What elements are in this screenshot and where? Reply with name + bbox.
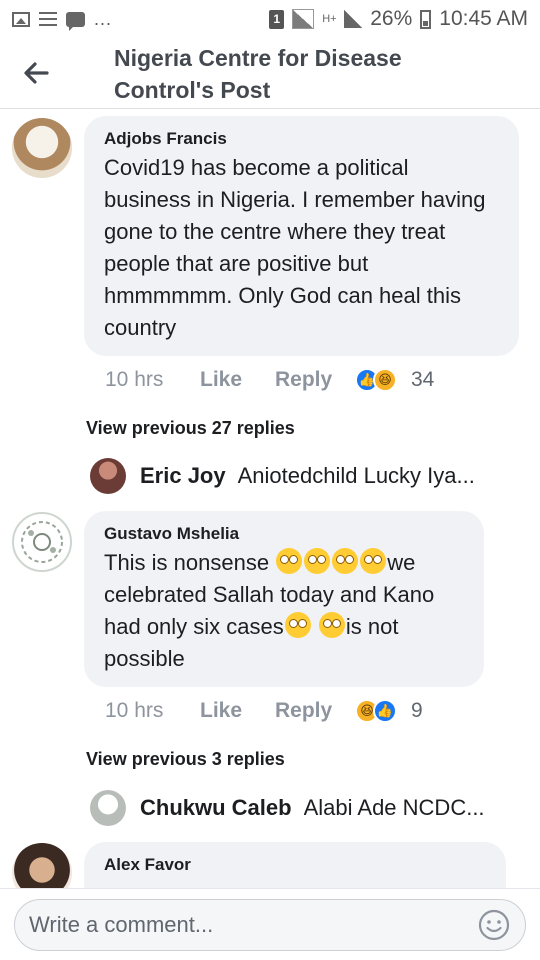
- reactions-summary[interactable]: 😆 👍: [355, 699, 411, 723]
- reply-preview[interactable]: Chukwu Caleb Alabi Ade NCDC...: [90, 790, 520, 826]
- avatar[interactable]: [90, 790, 126, 826]
- view-previous-replies[interactable]: View previous 27 replies: [86, 418, 295, 439]
- reply-button[interactable]: Reply: [275, 368, 355, 392]
- avatar[interactable]: [12, 843, 72, 888]
- comment-actions: 10 hrs Like Reply 😆 👍 9: [105, 699, 423, 723]
- cell-signal-icon: [344, 10, 363, 28]
- sim-icon: 1: [269, 9, 285, 29]
- like-button[interactable]: Like: [200, 368, 275, 392]
- reply-author[interactable]: Chukwu Caleb: [140, 795, 292, 821]
- network-type-icon: H+: [322, 13, 337, 25]
- list-notification-icon: [39, 12, 57, 26]
- reply-button[interactable]: Reply: [275, 699, 355, 723]
- emoji-picker-icon[interactable]: [477, 908, 511, 942]
- comment-bubble[interactable]: Gustavo Mshelia This is nonsense we cele…: [84, 511, 484, 687]
- comment-composer-bar: Write a comment...: [0, 888, 540, 960]
- comment-bubble[interactable]: Adjobs Francis Covid19 has become a poli…: [84, 116, 519, 356]
- comment-bubble[interactable]: Alex Favor: [84, 842, 506, 888]
- eye-roll-emoji-icon: [276, 548, 303, 574]
- image-notification-icon: [12, 11, 30, 27]
- avatar[interactable]: [12, 118, 72, 178]
- avatar[interactable]: [12, 512, 72, 572]
- back-arrow-icon: [24, 62, 49, 84]
- battery-percent: 26%: [370, 7, 413, 30]
- avatar[interactable]: [90, 458, 126, 494]
- eye-roll-emoji-icon: [332, 548, 359, 574]
- reply-author[interactable]: Eric Joy: [140, 463, 226, 489]
- eye-roll-emoji-icon: [304, 548, 331, 574]
- back-button[interactable]: [0, 38, 72, 109]
- pleading-emoji-icon: [284, 612, 311, 638]
- message-notification-icon: [66, 11, 85, 31]
- view-previous-replies[interactable]: View previous 3 replies: [86, 749, 285, 770]
- comment-author[interactable]: Adjobs Francis: [104, 126, 499, 152]
- reply-preview[interactable]: Eric Joy Aniotedchild Lucky Iya...: [90, 458, 520, 494]
- eye-roll-emoji-icon: [360, 548, 387, 574]
- comment-text-part: This is nonsense: [104, 550, 276, 575]
- reply-text: Aniotedchild Lucky Iya...: [237, 463, 475, 488]
- reply-text: Alabi Ade NCDC...: [303, 795, 485, 820]
- comment-input-placeholder: Write a comment...: [29, 912, 214, 937]
- logo-avatar-icon: [21, 521, 63, 563]
- post-header: Nigeria Centre for Disease Control's Pos…: [0, 38, 540, 109]
- like-reaction-icon: 👍: [373, 699, 397, 723]
- clock: 10:45 AM: [439, 7, 528, 30]
- reactions-summary[interactable]: 👍 😆: [355, 368, 411, 392]
- battery-icon: [420, 9, 432, 29]
- comment-input[interactable]: Write a comment...: [14, 899, 526, 951]
- like-button[interactable]: Like: [200, 699, 275, 723]
- more-notifications-icon: ...: [94, 8, 113, 29]
- comment-author[interactable]: Alex Favor: [104, 852, 486, 878]
- comment-text: Covid19 has become a political business …: [104, 155, 486, 340]
- reaction-count[interactable]: 34: [411, 368, 434, 392]
- comment-author[interactable]: Gustavo Mshelia: [104, 521, 464, 547]
- reaction-count[interactable]: 9: [411, 699, 423, 723]
- comment-actions: 10 hrs Like Reply 👍 😆 34: [105, 368, 434, 392]
- comment-text: This is nonsense we celebrated Sallah to…: [104, 547, 464, 675]
- comment-time[interactable]: 10 hrs: [105, 699, 200, 723]
- wifi-signal-icon: [292, 9, 315, 29]
- haha-reaction-icon: 😆: [373, 368, 397, 392]
- pleading-emoji-icon: [318, 612, 345, 638]
- comment-time[interactable]: 10 hrs: [105, 368, 200, 392]
- status-bar: ... 1 H+ 26% 10:45 AM: [0, 0, 540, 38]
- comment-list[interactable]: Adjobs Francis Covid19 has become a poli…: [0, 110, 540, 888]
- page-title: Nigeria Centre for Disease Control's Pos…: [114, 45, 402, 103]
